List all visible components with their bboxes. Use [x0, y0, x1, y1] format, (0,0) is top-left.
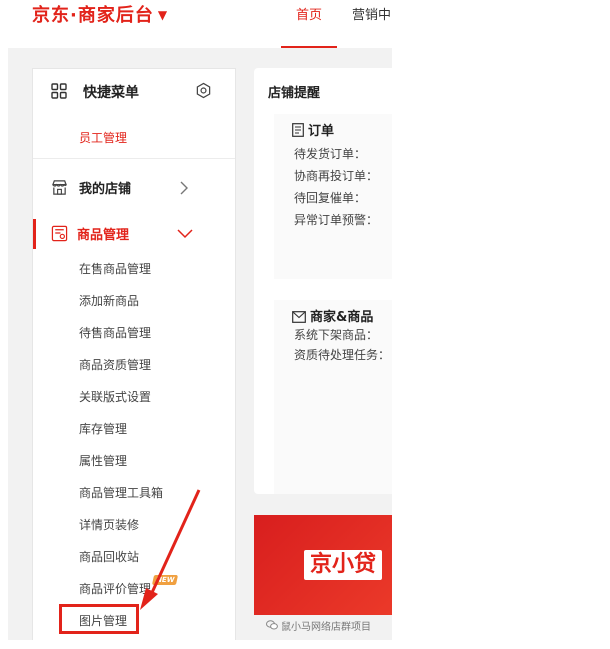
- sidebar-item-label: 我的店铺: [79, 182, 132, 197]
- list-item[interactable]: 异常订单预警：: [294, 211, 378, 233]
- list-item[interactable]: 资质待处理任务：: [294, 346, 390, 366]
- submenu-item-label: 商品评价管理: [79, 582, 152, 596]
- sidebar-item-label: 商品管理: [77, 228, 130, 243]
- submenu-item-qualification[interactable]: 商品资质管理: [79, 356, 163, 388]
- quick-menu-header: 快捷菜单: [33, 69, 235, 113]
- nav-tab-home[interactable]: 首页: [281, 4, 337, 48]
- chevron-right-icon: [180, 181, 188, 195]
- document-icon: [292, 123, 304, 137]
- submenu-item-detail-decoration[interactable]: 详情页装修: [79, 516, 163, 548]
- main-content: 快捷菜单 员工管理 我的店铺 商品管理 在售商品管理 添加新商品 待售商品管理 …: [8, 48, 392, 640]
- goods-icon: [51, 225, 68, 242]
- shop-icon: [52, 180, 67, 195]
- list-item[interactable]: 待回复催单：: [294, 189, 378, 211]
- sidebar-item-goods-management[interactable]: 商品管理: [33, 221, 235, 247]
- submenu-item-toolbox[interactable]: 商品管理工具箱: [79, 484, 163, 516]
- card-title-text: 订单: [308, 124, 335, 139]
- logo-text: 京东·商家后台: [32, 5, 154, 26]
- promo-banner[interactable]: 京小贷: [254, 515, 392, 615]
- list-item[interactable]: 协商再投订单：: [294, 167, 378, 189]
- store-reminder-panel: 店铺提醒 订单 待发货订单： 协商再投订单： 待回复催单： 异常订单预警： 商家: [254, 68, 392, 494]
- sidebar-item-my-shop[interactable]: 我的店铺: [33, 175, 235, 201]
- panel-title: 店铺提醒: [268, 86, 321, 101]
- submenu-item-recycle-bin[interactable]: 商品回收站: [79, 548, 163, 580]
- logo-caret-icon[interactable]: ▼: [158, 8, 168, 22]
- submenu-item-on-sale[interactable]: 在售商品管理: [79, 260, 163, 292]
- sidebar: 快捷菜单 员工管理 我的店铺 商品管理 在售商品管理 添加新商品 待售商品管理 …: [32, 68, 236, 640]
- list-item[interactable]: 待发货订单：: [294, 145, 378, 167]
- brand-logo[interactable]: 京东·商家后台 ▼: [32, 1, 168, 27]
- submenu-item-attributes[interactable]: 属性管理: [79, 452, 163, 484]
- card-title-text: 商家&商品: [310, 310, 374, 325]
- goods-submenu: 在售商品管理 添加新商品 待售商品管理 商品资质管理 关联版式设置 库存管理 属…: [79, 260, 179, 640]
- new-badge: NEW: [151, 575, 179, 585]
- card-title: 商家&商品: [292, 306, 374, 325]
- merchant-goods-list: 系统下架商品： 资质待处理任务：: [294, 326, 390, 366]
- merchant-goods-card: 商家&商品 系统下架商品： 资质待处理任务：: [274, 300, 392, 494]
- quick-item-staff-management[interactable]: 员工管理: [79, 129, 127, 146]
- nav-tab-marketing[interactable]: 营销中: [352, 4, 392, 23]
- submenu-item-pending-sale[interactable]: 待售商品管理: [79, 324, 163, 356]
- highlight-annotation: [59, 604, 139, 634]
- divider: [33, 158, 235, 159]
- chevron-down-icon: [177, 229, 193, 239]
- list-item[interactable]: 系统下架商品：: [294, 326, 390, 346]
- watermark: 鼠小马网络店群项目: [266, 618, 371, 633]
- submenu-item-add-new[interactable]: 添加新商品: [79, 292, 163, 324]
- watermark-text: 鼠小马网络店群项目: [281, 622, 371, 633]
- grid-icon: [51, 83, 67, 99]
- quick-menu-title: 快捷菜单: [83, 85, 139, 101]
- card-title: 订单: [292, 120, 335, 139]
- top-bar: 京东·商家后台 ▼ 首页 营销中: [0, 0, 392, 48]
- gear-icon[interactable]: [195, 82, 212, 99]
- orders-list: 待发货订单： 协商再投订单： 待回复催单： 异常订单预警：: [294, 145, 378, 233]
- submenu-item-related-layout[interactable]: 关联版式设置: [79, 388, 163, 420]
- banner-title: 京小贷: [304, 550, 383, 580]
- submenu-item-inventory[interactable]: 库存管理: [79, 420, 163, 452]
- wechat-icon: [266, 620, 278, 630]
- mail-icon: [292, 311, 306, 323]
- orders-card: 订单 待发货订单： 协商再投订单： 待回复催单： 异常订单预警：: [274, 114, 392, 279]
